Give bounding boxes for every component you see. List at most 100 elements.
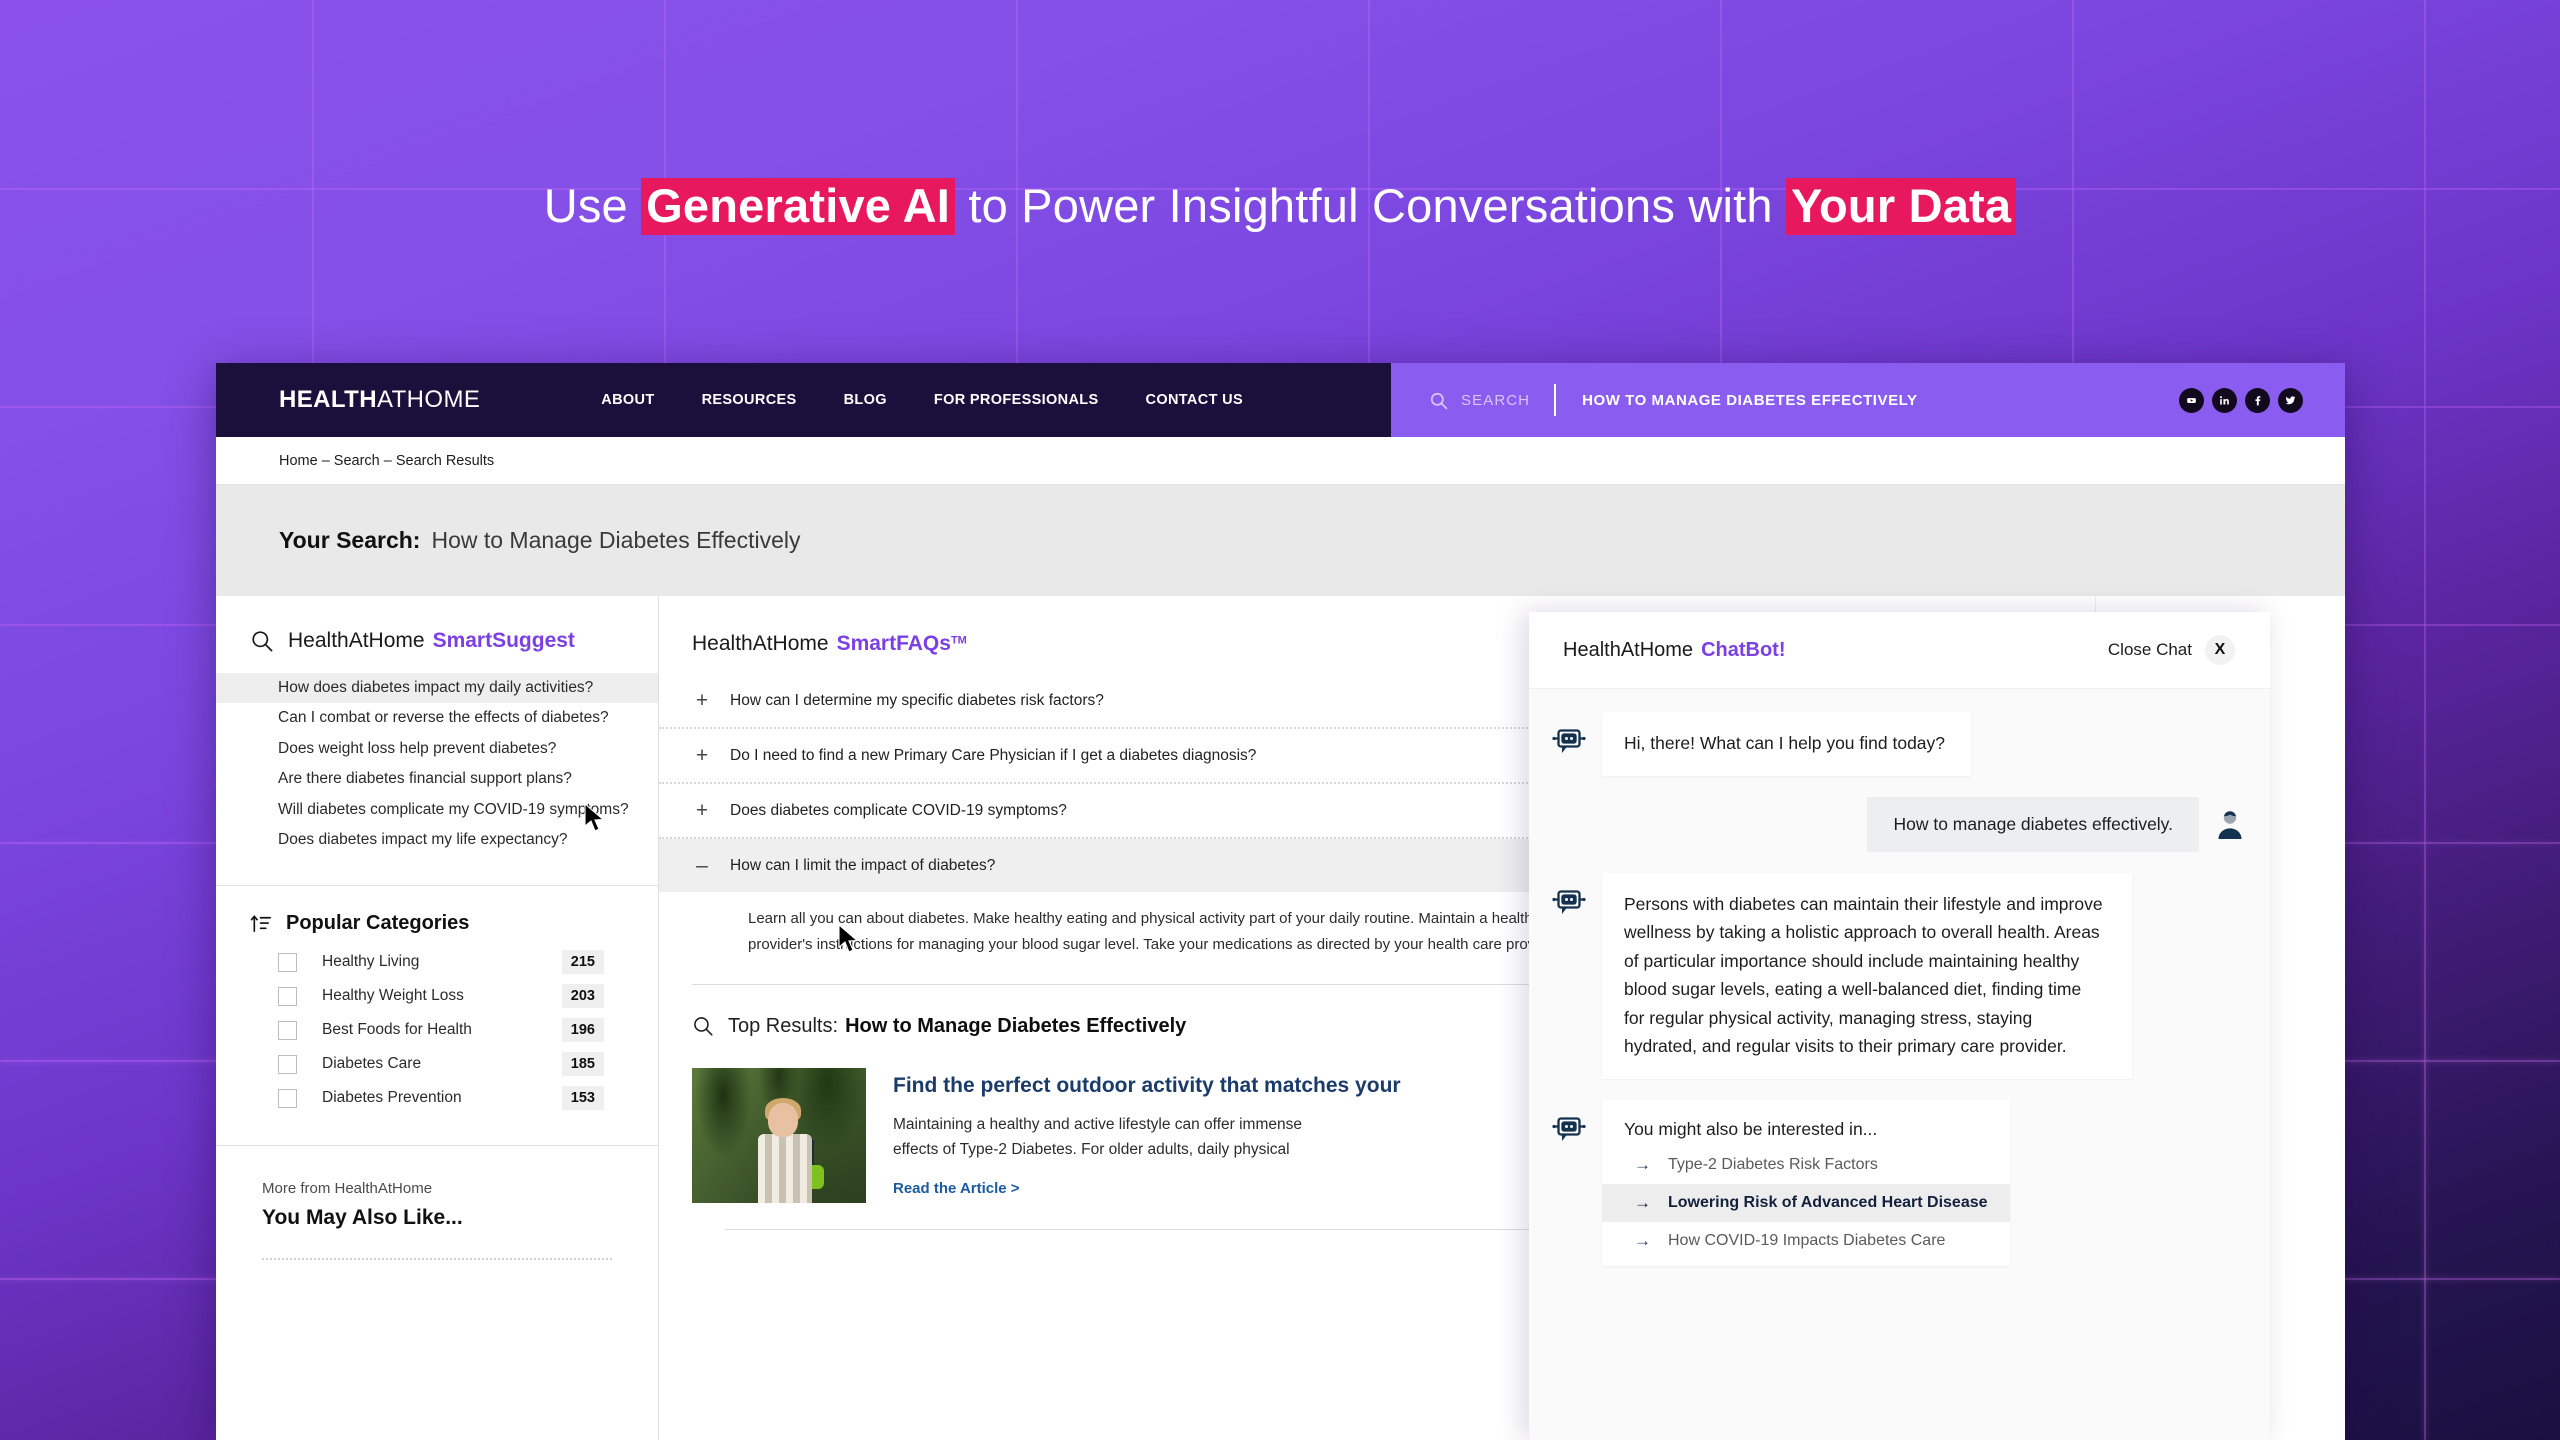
smartsuggest-list: How does diabetes impact my daily activi… <box>216 673 658 855</box>
chatbot-icon <box>1551 1112 1587 1148</box>
category-list: Healthy Living 215 Healthy Weight Loss 2… <box>216 945 658 1115</box>
nav-item-contact-us[interactable]: CONTACT US <box>1146 392 1243 408</box>
category-count: 215 <box>561 950 604 975</box>
dotted-divider <box>262 1258 612 1261</box>
trademark-mark: TM <box>950 634 967 647</box>
category-count: 185 <box>561 1052 604 1077</box>
chat-bubble: How to manage diabetes effectively. <box>1867 796 2199 852</box>
category-checkbox[interactable] <box>278 1054 297 1074</box>
expand-icon: + <box>695 799 709 822</box>
category-checkbox[interactable] <box>278 986 297 1006</box>
faq-question-text: Does diabetes complicate COVID-19 sympto… <box>730 801 1067 819</box>
result-title[interactable]: Find the perfect outdoor activity that m… <box>893 1074 1401 1098</box>
category-count: 203 <box>561 984 604 1009</box>
logo-light: ATHOME <box>376 386 481 413</box>
suggestion-item[interactable]: Will diabetes complicate my COVID-19 sym… <box>216 795 658 825</box>
read-article-link[interactable]: Read the Article > <box>893 1180 1401 1197</box>
category-checkbox[interactable] <box>278 952 297 972</box>
expand-icon: + <box>695 689 709 712</box>
faq-question-text: How can I limit the impact of diabetes? <box>730 856 996 874</box>
social-links <box>2179 387 2303 413</box>
headline-highlight-2: Your Data <box>1785 178 2017 235</box>
header-right: SEARCH HOW TO MANAGE DIABETES EFFECTIVEL… <box>1391 363 2345 437</box>
chatbot-panel: HealthAtHome ChatBot! Close Chat X Hi, t… <box>1529 612 2270 1440</box>
search-icon <box>692 1015 714 1037</box>
chat-suggestion-link[interactable]: → How COVID-19 Impacts Diabetes Care <box>1602 1222 2010 1260</box>
chat-message-user: How to manage diabetes effectively. <box>1529 796 2270 852</box>
chat-title-bold: ChatBot! <box>1701 638 1786 661</box>
category-count: 153 <box>561 1086 604 1111</box>
top-results-query: How to Manage Diabetes Effectively <box>845 1014 1187 1037</box>
result-description-line: Maintaining a healthy and active lifesty… <box>893 1115 1302 1133</box>
category-count: 196 <box>561 1018 604 1043</box>
collapse-icon: – <box>696 854 708 877</box>
thumbnail-person <box>758 1097 825 1203</box>
linkedin-icon[interactable] <box>2212 387 2237 413</box>
more-from-title: You May Also Like... <box>262 1206 463 1230</box>
headline-part2: to Power Insightful Conversations with <box>955 179 1786 232</box>
chatbot-icon <box>1551 885 1587 921</box>
chat-bubble: Persons with diabetes can maintain their… <box>1602 872 2132 1079</box>
result-thumbnail <box>692 1067 866 1203</box>
result-body: Find the perfect outdoor activity that m… <box>893 1068 1401 1203</box>
nav-item-resources[interactable]: RESOURCES <box>702 392 797 408</box>
chat-suggestion-link[interactable]: → Type-2 Diabetes Risk Factors <box>1602 1146 2010 1184</box>
site-header: HEALTHATHOME ABOUT RESOURCES BLOG FOR PR… <box>216 363 2345 437</box>
arrow-right-icon: → <box>1634 1192 1651 1212</box>
hero-headline: Use Generative AI to Power Insightful Co… <box>0 178 2560 235</box>
result-description: Maintaining a healthy and active lifesty… <box>893 1112 1401 1162</box>
nav-item-for-professionals[interactable]: FOR PROFESSIONALS <box>934 392 1099 408</box>
chat-message-list: Hi, there! What can I help you find toda… <box>1529 689 2270 1440</box>
youtube-icon[interactable] <box>2179 387 2204 413</box>
main-nav: ABOUT RESOURCES BLOG FOR PROFESSIONALS C… <box>601 392 1243 408</box>
site-logo[interactable]: HEALTHATHOME <box>279 386 480 414</box>
suggestion-card: You might also be interested in... → Typ… <box>1602 1099 2010 1266</box>
suggestion-item[interactable]: Are there diabetes financial support pla… <box>216 764 658 794</box>
avatar <box>2212 806 2248 842</box>
close-chat-button[interactable]: Close Chat X <box>2108 635 2235 665</box>
chat-suggestion-label: Type-2 Diabetes Risk Factors <box>1668 1155 1878 1173</box>
category-row[interactable]: Diabetes Care 185 <box>216 1047 658 1081</box>
category-row[interactable]: Best Foods for Health 196 <box>216 1013 658 1047</box>
popular-categories-title: Popular Categories <box>286 912 470 935</box>
chat-suggestion-label: Lowering Risk of Advanced Heart Disease <box>1668 1193 1988 1211</box>
twitter-icon[interactable] <box>2278 387 2303 413</box>
search-banner: Your Search: How to Manage Diabetes Effe… <box>216 485 2345 596</box>
nav-item-about[interactable]: ABOUT <box>601 392 654 408</box>
category-checkbox[interactable] <box>278 1020 297 1040</box>
category-checkbox[interactable] <box>278 1088 297 1108</box>
nav-item-blog[interactable]: BLOG <box>844 392 887 408</box>
category-label: Healthy Weight Loss <box>322 987 464 1005</box>
chat-bubble: Hi, there! What can I help you find toda… <box>1602 712 1972 776</box>
suggestion-item[interactable]: Does weight loss help prevent diabetes? <box>216 734 658 764</box>
chat-suggestions: You might also be interested in... → Typ… <box>1529 1099 2270 1266</box>
current-query: HOW TO MANAGE DIABETES EFFECTIVELY <box>1582 391 1918 409</box>
facebook-icon[interactable] <box>2245 387 2270 413</box>
smartsuggest-title-light: HealthAtHome <box>288 629 425 652</box>
chat-title-light: HealthAtHome <box>1563 638 1694 661</box>
arrow-right-icon: → <box>1634 1230 1651 1250</box>
close-chat-label: Close Chat <box>2107 640 2192 659</box>
search-icon <box>1429 391 1448 410</box>
search-banner-value: How to Manage Diabetes Effectively <box>431 527 801 553</box>
sort-icon <box>250 912 273 935</box>
suggestion-item[interactable]: How does diabetes impact my daily activi… <box>216 673 658 704</box>
header-divider <box>1554 384 1557 416</box>
breadcrumb[interactable]: Home – Search – Search Results <box>279 453 494 469</box>
category-label: Healthy Living <box>322 953 420 971</box>
result-description-line: effects of Type-2 Diabetes. For older ad… <box>893 1140 1290 1158</box>
close-icon[interactable]: X <box>2205 635 2235 665</box>
chat-suggestion-link[interactable]: → Lowering Risk of Advanced Heart Diseas… <box>1602 1183 2010 1222</box>
category-row[interactable]: Healthy Living 215 <box>216 945 658 979</box>
category-row[interactable]: Diabetes Prevention 153 <box>216 1081 658 1115</box>
category-label: Diabetes Prevention <box>322 1089 462 1107</box>
chat-suggestion-label: How COVID-19 Impacts Diabetes Care <box>1668 1231 1946 1249</box>
search-icon <box>250 629 274 653</box>
search-control[interactable]: SEARCH <box>1429 391 1530 410</box>
left-sidebar: HealthAtHome SmartSuggest How does diabet… <box>216 596 659 1440</box>
suggestion-item[interactable]: Does diabetes impact my life expectancy? <box>216 825 658 855</box>
more-from-block: More from HealthAtHome You May Also Like… <box>216 1146 658 1230</box>
more-from-eyebrow: More from HealthAtHome <box>262 1180 433 1198</box>
category-row[interactable]: Healthy Weight Loss 203 <box>216 979 658 1013</box>
suggestion-item[interactable]: Can I combat or reverse the effects of d… <box>216 703 658 733</box>
